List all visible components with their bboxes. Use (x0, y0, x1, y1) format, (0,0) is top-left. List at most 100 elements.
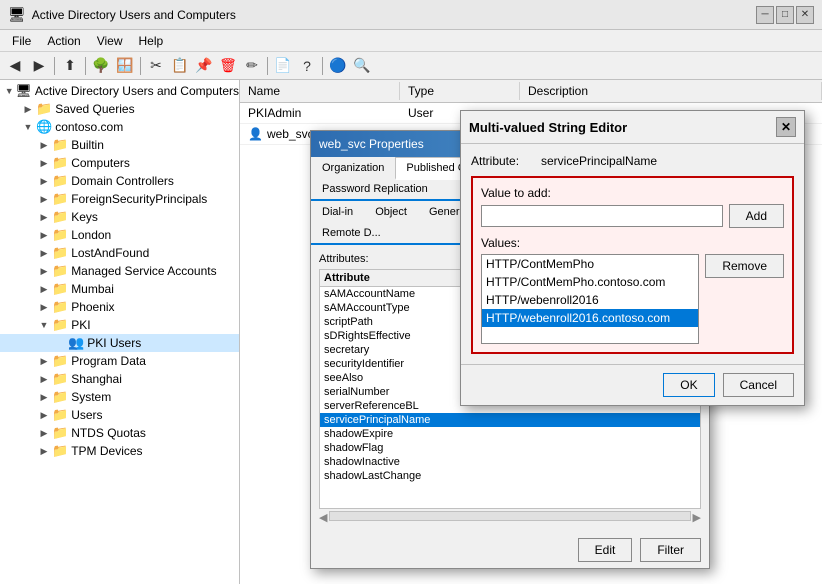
keys-icon: 📁 (52, 209, 68, 225)
show-hide-console-tree[interactable]: 🌳 (90, 55, 112, 77)
back-button[interactable]: ◀ (4, 55, 26, 77)
attr-row-shadow-inactive[interactable]: shadowInactive (320, 455, 700, 469)
tree-item-users[interactable]: ▶ 📁 Users (0, 406, 239, 424)
builtin-expand-icon[interactable]: ▶ (36, 140, 52, 151)
mve-list-item-3[interactable]: HTTP/webenroll2016.contoso.com (482, 309, 698, 327)
tree-item-domain-controllers[interactable]: ▶ 📁 Domain Controllers (0, 172, 239, 190)
tpm-expand-icon[interactable]: ▶ (36, 446, 52, 457)
cut-button[interactable]: ✂ (145, 55, 167, 77)
tab-organization[interactable]: Organization (311, 157, 395, 178)
row-name: PKIAdmin (240, 105, 400, 121)
mumbai-expand-icon[interactable]: ▶ (36, 284, 52, 295)
contoso-expand-icon[interactable]: ▼ (20, 122, 36, 132)
mve-list-item-0[interactable]: HTTP/ContMemPho (482, 255, 698, 273)
ntds-expand-icon[interactable]: ▶ (36, 428, 52, 439)
mve-list-item-2[interactable]: HTTP/webenroll2016 (482, 291, 698, 309)
mve-title-text: Multi-valued String Editor (469, 120, 627, 135)
rename-button[interactable]: ✏ (241, 55, 263, 77)
london-expand-icon[interactable]: ▶ (36, 230, 52, 241)
tab-object[interactable]: Object (364, 201, 418, 222)
filter-button[interactable]: Filter (640, 538, 701, 562)
mve-remove-button[interactable]: Remove (705, 254, 784, 278)
tree-item-tpm[interactable]: ▶ 📁 TPM Devices (0, 442, 239, 460)
tree-item-pki-users[interactable]: 👥 PKI Users (0, 334, 239, 352)
col-header-name[interactable]: Name (240, 82, 400, 100)
users-label: Users (71, 408, 102, 422)
tree-item-system[interactable]: ▶ 📁 System (0, 388, 239, 406)
root-expand-icon[interactable]: ▼ (3, 86, 15, 96)
new-object[interactable]: 🔵 (327, 55, 349, 77)
props-footer: Edit Filter (311, 532, 709, 568)
attr-row-shadow-last-change[interactable]: shadowLastChange (320, 469, 700, 483)
tree-item-program-data[interactable]: ▶ 📁 Program Data (0, 352, 239, 370)
mve-input-row: Add (481, 204, 784, 228)
attr-row-service-principal[interactable]: servicePrincipalName (320, 413, 700, 427)
mve-add-button[interactable]: Add (729, 204, 784, 228)
keys-expand-icon[interactable]: ▶ (36, 212, 52, 223)
tree-item-foreign-security[interactable]: ▶ 📁 ForeignSecurityPrincipals (0, 190, 239, 208)
tree-item-pki[interactable]: ▼ 📁 PKI (0, 316, 239, 334)
mve-values-list: HTTP/ContMemPho HTTP/ContMemPho.contoso.… (481, 254, 699, 344)
tree-item-computers[interactable]: ▶ 📁 Computers (0, 154, 239, 172)
shanghai-label: Shanghai (71, 372, 122, 386)
tree-item-ntds[interactable]: ▶ 📁 NTDS Quotas (0, 424, 239, 442)
edit-button[interactable]: Edit (578, 538, 633, 562)
tab-dial-in[interactable]: Dial-in (311, 201, 364, 222)
fsp-expand-icon[interactable]: ▶ (36, 194, 52, 205)
new-window[interactable]: 🪟 (114, 55, 136, 77)
tree-item-lostfound[interactable]: ▶ 📁 LostAndFound (0, 244, 239, 262)
menu-file[interactable]: File (4, 32, 39, 50)
attr-row-shadow-flag[interactable]: shadowFlag (320, 441, 700, 455)
copy-button[interactable]: 📋 (169, 55, 191, 77)
mve-list-item-1[interactable]: HTTP/ContMemPho.contoso.com (482, 273, 698, 291)
maximize-button[interactable]: □ (776, 6, 794, 24)
users-expand-icon[interactable]: ▶ (36, 410, 52, 421)
tree-item-london[interactable]: ▶ 📁 London (0, 226, 239, 244)
dc-expand-icon[interactable]: ▶ (36, 176, 52, 187)
menu-help[interactable]: Help (131, 32, 172, 50)
mve-footer: OK Cancel (461, 364, 804, 405)
mve-value-input[interactable] (481, 205, 723, 227)
pd-expand-icon[interactable]: ▶ (36, 356, 52, 367)
mve-close-button[interactable]: ✕ (776, 117, 796, 137)
phoenix-expand-icon[interactable]: ▶ (36, 302, 52, 313)
tree-item-shanghai[interactable]: ▶ 📁 Shanghai (0, 370, 239, 388)
tree-item-builtin[interactable]: ▶ 📁 Builtin (0, 136, 239, 154)
tree-item-managed-service[interactable]: ▶ 📁 Managed Service Accounts (0, 262, 239, 280)
tree-item-saved-queries[interactable]: ▶ 📁 Saved Queries (0, 100, 239, 118)
up-button[interactable]: ⬆ (59, 55, 81, 77)
mve-ok-button[interactable]: OK (663, 373, 714, 397)
mve-values-list-wrap: HTTP/ContMemPho HTTP/ContMemPho.contoso.… (481, 254, 699, 344)
shanghai-icon: 📁 (52, 371, 68, 387)
properties-button[interactable]: 📄 (272, 55, 294, 77)
shanghai-expand-icon[interactable]: ▶ (36, 374, 52, 385)
col-header-description[interactable]: Description (520, 82, 822, 100)
help-button[interactable]: ? (296, 55, 318, 77)
msa-expand-icon[interactable]: ▶ (36, 266, 52, 277)
tab-password-replication[interactable]: Password Replication (311, 178, 439, 199)
mve-cancel-button[interactable]: Cancel (723, 373, 794, 397)
menu-view[interactable]: View (89, 32, 131, 50)
tab-remote-d[interactable]: Remote D... (311, 222, 392, 243)
delete-button[interactable]: 🗑 (217, 55, 239, 77)
saved-queries-expand-icon[interactable]: ▶ (20, 104, 36, 115)
users-icon: 📁 (52, 407, 68, 423)
computers-expand-icon[interactable]: ▶ (36, 158, 52, 169)
lf-expand-icon[interactable]: ▶ (36, 248, 52, 259)
tree-item-mumbai[interactable]: ▶ 📁 Mumbai (0, 280, 239, 298)
forward-button[interactable]: ▶ (28, 55, 50, 77)
col-header-type[interactable]: Type (400, 82, 520, 100)
pki-expand-icon[interactable]: ▼ (36, 320, 52, 330)
tree-root[interactable]: ▼ 🖥 Active Directory Users and Computers (0, 82, 239, 100)
tree-item-keys[interactable]: ▶ 📁 Keys (0, 208, 239, 226)
attr-row-shadow-expire[interactable]: shadowExpire (320, 427, 700, 441)
menu-action[interactable]: Action (39, 32, 88, 50)
msa-label: Managed Service Accounts (71, 264, 216, 278)
minimize-button[interactable]: ─ (756, 6, 774, 24)
paste-button[interactable]: 📌 (193, 55, 215, 77)
tree-item-phoenix[interactable]: ▶ 📁 Phoenix (0, 298, 239, 316)
tree-item-contoso[interactable]: ▼ 🌐 contoso.com (0, 118, 239, 136)
window-close-button[interactable]: ✕ (796, 6, 814, 24)
find-button[interactable]: 🔍 (351, 55, 373, 77)
system-expand-icon[interactable]: ▶ (36, 392, 52, 403)
